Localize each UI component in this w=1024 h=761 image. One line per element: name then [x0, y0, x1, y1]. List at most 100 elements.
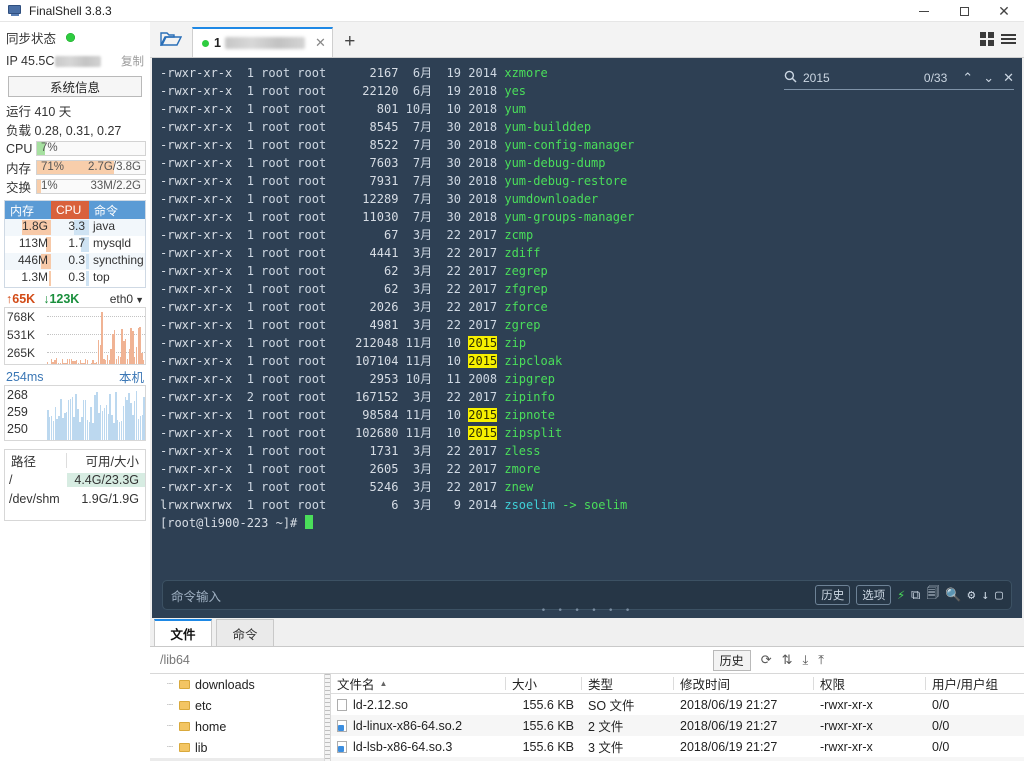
disk-row[interactable]: /dev/shm 1.9G/1.9G — [5, 489, 145, 508]
file-row[interactable]: ld-2.12.so 155.6 KB SO 文件 2018/06/19 21:27 -… — [331, 694, 1024, 715]
file-list: 文件名 ▲ 大小 类型 修改时间 权限 用户/用户组 ld-2.12.so 155.… — [331, 674, 1024, 761]
close-button[interactable]: ✕ — [984, 0, 1024, 22]
process-header-mem[interactable]: 内存 — [5, 201, 51, 219]
column-header-modified[interactable]: 修改时间 — [674, 677, 814, 692]
system-info-button[interactable]: 系统信息 — [8, 76, 142, 97]
terminal-search-bar[interactable]: 2015 0/33 ⌃ ⌄ ✕ — [784, 66, 1014, 90]
search-icon-cmdbar[interactable]: 🔍 — [945, 588, 961, 603]
load-average-label: 负载 0.28, 0.31, 0.27 — [6, 124, 122, 138]
process-row[interactable]: 1.8G 3.3 java — [5, 219, 145, 236]
latency-bar — [143, 397, 145, 440]
process-row[interactable]: 446M 0.3 syncthing — [5, 253, 145, 270]
file-list-header: 文件名 ▲ 大小 类型 修改时间 权限 用户/用户组 — [331, 674, 1024, 694]
terminal-view[interactable]: -rwxr-xr-x 1 root root 2167 6月 19 2014 x… — [152, 58, 1022, 618]
tree-item-home[interactable]: ┈ home — [150, 716, 324, 737]
network-interface-selector[interactable]: eth0 ▼ — [110, 292, 144, 306]
tab-close-icon[interactable]: ✕ — [315, 35, 326, 51]
search-prev-icon[interactable]: ⌃ — [962, 70, 973, 86]
session-tab-1[interactable]: 1 ✕ — [192, 27, 333, 57]
tree-line: ┈ — [167, 679, 174, 690]
process-mem: 1.8G — [5, 219, 51, 236]
tree-item-downloads[interactable]: ┈ downloads — [150, 674, 324, 695]
column-header-type[interactable]: 类型 — [582, 677, 674, 692]
network-bar — [143, 360, 145, 364]
process-row[interactable]: 113M 1.7 mysqld — [5, 236, 145, 253]
search-close-icon[interactable]: ✕ — [1003, 70, 1014, 86]
terminal-line: -rwxr-xr-x 1 root root 7603 7月 30 2018 y… — [160, 156, 606, 170]
tab-status-dot-icon — [202, 39, 209, 47]
file-row[interactable]: libacl.so.130.5 KB1 文件2017/08/23 04:14-r… — [331, 757, 1024, 761]
sync-status-row: 同步状态 — [0, 25, 150, 49]
network-y-label-0: 768K — [7, 310, 36, 324]
command-options-button[interactable]: 选项 — [856, 585, 892, 605]
command-history-button[interactable]: 历史 — [815, 585, 851, 605]
tab-files[interactable]: 文件 — [154, 619, 212, 646]
file-modified-cell: 2018/06/19 21:27 — [680, 718, 778, 733]
process-mem: 113M — [5, 236, 51, 253]
maximize-button[interactable] — [944, 0, 984, 22]
column-header-owner[interactable]: 用户/用户组 — [926, 677, 1016, 692]
tab-number: 1 — [214, 36, 221, 50]
grid-view-icon[interactable] — [980, 32, 994, 46]
disk-usage-table: 路径 可用/大小 / 4.4G/23.3G/dev/shm 1.9G/1.9G — [4, 449, 146, 521]
ip-row: IP 45.5C 复制 — [0, 49, 150, 73]
file-type-cell: SO 文件 — [588, 699, 635, 713]
paste-icon[interactable]: 🗐 — [926, 584, 939, 606]
shortcut-file-icon — [337, 740, 347, 753]
terminal-line: -rwxr-xr-x 1 root root 102680 11月 10 201… — [160, 426, 563, 440]
latency-y-label-0: 268 — [7, 388, 28, 402]
window-icon[interactable]: ▢ — [995, 588, 1003, 603]
terminal-line: -rwxr-xr-x 1 root root 5246 3月 22 2017 z… — [160, 480, 534, 494]
terminal-line: -rwxr-xr-x 1 root root 8522 7月 30 2018 y… — [160, 138, 635, 152]
upload-icon[interactable]: ⤒ — [818, 652, 824, 668]
terminal-search-input[interactable]: 2015 — [803, 71, 830, 85]
tab-commands[interactable]: 命令 — [216, 619, 274, 646]
server-info-sidebar: 同步状态 IP 45.5C 复制 系统信息 运行 410 天 负载 0.28, … — [0, 22, 150, 761]
download-icon[interactable]: ⤓ — [803, 652, 809, 668]
terminal-line: -rwxr-xr-x 1 root root 7931 7月 30 2018 y… — [160, 174, 628, 188]
chevron-down-icon: ▼ — [135, 294, 144, 305]
tree-item-lib[interactable]: ┈ lib — [150, 737, 324, 758]
path-history-button[interactable]: 历史 — [712, 649, 751, 671]
refresh-icon[interactable]: ⟳ — [761, 652, 772, 668]
terminal-line: -rwxr-xr-x 1 root root 98584 11月 10 2015… — [160, 408, 555, 422]
process-header-cpu[interactable]: CPU — [51, 201, 89, 219]
file-row[interactable]: ld-lsb-x86-64.so.3 155.6 KB 3 文件 2018/06/19… — [331, 736, 1024, 757]
latency-row: 254ms 本机 — [0, 365, 150, 386]
directory-tree[interactable]: ┈downloads┈etc┈home┈lib⊕┈lib64 — [150, 674, 325, 761]
process-row[interactable]: 1.3M 0.3 top — [5, 270, 145, 287]
bolt-icon[interactable]: ⚡ — [897, 588, 905, 603]
copy-ip-button[interactable]: 复制 — [121, 53, 144, 69]
file-row[interactable]: ld-linux-x86-64.so.2 155.6 KB 2 文件 2018/06/… — [331, 715, 1024, 736]
current-path-label[interactable]: /lib64 — [160, 653, 190, 667]
search-next-icon[interactable]: ⌄ — [983, 70, 994, 86]
command-input-placeholder[interactable]: 命令输入 — [171, 586, 221, 605]
session-tabbar: 1 ✕ + — [150, 22, 1024, 58]
panel-resize-handle[interactable]: • • • • • • — [152, 606, 1022, 616]
memory-meter: 内存 71% 2.7G/3.8G — [0, 158, 150, 177]
column-header-size[interactable]: 大小 — [506, 677, 582, 692]
ip-address-label: IP 45.5C — [6, 54, 55, 68]
sort-icon[interactable]: ⇅ — [782, 652, 793, 668]
process-cpu: 0.3 — [51, 270, 89, 287]
terminal-line: lrwxrwxrwx 1 root root 6 3月 9 2014 zsoel… — [160, 498, 628, 512]
window-controls: ✕ — [904, 0, 1024, 22]
folder-icon — [179, 680, 190, 689]
copy-icon[interactable]: ⧉ — [911, 588, 920, 603]
list-view-icon[interactable] — [1001, 34, 1016, 44]
column-header-name[interactable]: 文件名 ▲ — [331, 677, 506, 692]
process-cmd: syncthing — [93, 253, 144, 267]
tree-item-etc[interactable]: ┈ etc — [150, 695, 324, 716]
open-folder-icon[interactable] — [150, 21, 192, 57]
file-permission-cell: -rwxr-xr-x — [820, 718, 873, 733]
new-tab-button[interactable]: + — [333, 27, 367, 57]
process-header-cmd[interactable]: 命令 — [89, 201, 145, 219]
gear-icon[interactable]: ⚙ — [968, 588, 976, 603]
disk-row[interactable]: / 4.4G/23.3G — [5, 470, 145, 489]
download-icon[interactable]: ↓ — [981, 588, 989, 603]
file-size-cell: 155.6 KB — [522, 697, 574, 712]
column-header-permission[interactable]: 权限 — [814, 677, 926, 692]
minimize-button[interactable] — [904, 0, 944, 22]
latency-target[interactable]: 本机 — [119, 367, 144, 386]
terminal-line: -rwxr-xr-x 2 root root 167152 3月 22 2017… — [160, 390, 555, 404]
